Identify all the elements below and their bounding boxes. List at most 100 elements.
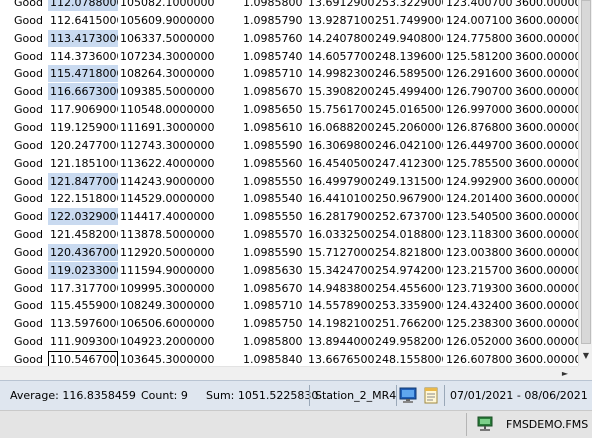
table-cell[interactable]: 1.0985590	[243, 137, 305, 154]
table-cell[interactable]: 112.0788000	[48, 0, 118, 11]
table-cell[interactable]: 124.0071000	[446, 12, 512, 29]
table-cell[interactable]: 119.1259000	[48, 119, 118, 136]
table-cell[interactable]: 14.5578900	[308, 297, 374, 314]
table-cell[interactable]: 13.9287100	[308, 12, 374, 29]
table-cell[interactable]: 16.2817900	[308, 208, 374, 225]
table-row[interactable]: Good 115.4718000 108264.3000000 1.0985710 14…	[0, 65, 578, 83]
table-cell[interactable]: 245.0165000	[375, 101, 443, 118]
table-cell[interactable]: 3600.000000	[515, 280, 578, 297]
table-cell[interactable]: 245.4994000	[375, 83, 443, 100]
table-cell[interactable]: 112920.5000000	[120, 244, 230, 261]
table-cell[interactable]: 3600.000000	[515, 65, 578, 82]
table-cell[interactable]: Good	[14, 48, 44, 65]
notepad-icon[interactable]	[422, 387, 440, 404]
network-icon[interactable]	[476, 416, 494, 432]
table-cell[interactable]: Good	[14, 12, 44, 29]
table-cell[interactable]: 14.6057700	[308, 48, 374, 65]
table-cell[interactable]: 253.3229000	[375, 0, 443, 11]
table-cell[interactable]: 14.9982300	[308, 65, 374, 82]
table-cell[interactable]: 124.9929000	[446, 173, 512, 190]
table-cell[interactable]: 111594.9000000	[120, 262, 230, 279]
table-cell[interactable]: Good	[14, 226, 44, 243]
table-cell[interactable]: Good	[14, 208, 44, 225]
table-cell[interactable]: 1.0985840	[243, 351, 305, 366]
table-cell[interactable]: 1.0985670	[243, 83, 305, 100]
table-cell[interactable]: 115.4718000	[48, 65, 118, 83]
table-cell[interactable]: Good	[14, 280, 44, 297]
table-cell[interactable]: 14.9483800	[308, 280, 374, 297]
table-cell[interactable]: 113.5976000	[48, 315, 118, 332]
table-cell[interactable]: 254.0188000	[375, 226, 443, 243]
table-cell[interactable]: Good	[14, 297, 44, 314]
table-row[interactable]: Good 117.9069000 110548.0000000 1.0985650 15…	[0, 101, 578, 119]
table-cell[interactable]: 3600.000000	[515, 333, 578, 350]
table-cell[interactable]: Good	[14, 315, 44, 332]
table-cell[interactable]: 3600.000000	[515, 119, 578, 136]
table-cell[interactable]: 249.1315000	[375, 173, 443, 190]
table-cell[interactable]: 16.3069800	[308, 137, 374, 154]
table-cell[interactable]: 111.9093000	[48, 333, 118, 350]
table-cell[interactable]: 1.0985550	[243, 173, 305, 190]
table-cell[interactable]: 110548.0000000	[120, 101, 230, 118]
table-cell[interactable]: 114417.4000000	[120, 208, 230, 225]
table-cell[interactable]: 107234.3000000	[120, 48, 230, 65]
data-grid[interactable]: Good 112.0788000 105082.1000000 1.0985800 13…	[0, 0, 578, 366]
table-cell[interactable]: 3600.000000	[515, 83, 578, 100]
table-cell[interactable]: Good	[14, 173, 44, 190]
table-cell[interactable]: 123.0038000	[446, 244, 512, 261]
table-cell[interactable]: 15.3424700	[308, 262, 374, 279]
table-cell[interactable]: 1.0985790	[243, 12, 305, 29]
table-cell[interactable]: 113878.5000000	[120, 226, 230, 243]
table-cell[interactable]: 112.6415000	[48, 12, 118, 29]
table-cell[interactable]: 1.0985610	[243, 119, 305, 136]
table-cell[interactable]: 1.0985670	[243, 280, 305, 297]
table-row[interactable]: Good 113.4173000 106337.5000000 1.0985760 14…	[0, 29, 578, 48]
table-cell[interactable]: 14.2407800	[308, 30, 374, 47]
table-cell[interactable]: 105609.9000000	[120, 12, 230, 29]
table-cell[interactable]: 246.5895000	[375, 65, 443, 82]
table-cell[interactable]: 109995.3000000	[120, 280, 230, 297]
table-cell[interactable]: 1.0985800	[243, 333, 305, 350]
table-cell[interactable]: 123.2157000	[446, 262, 512, 279]
table-row[interactable]: Good 121.1851000 113622.4000000 1.0985560 16…	[0, 155, 578, 173]
monitor-icon[interactable]	[399, 387, 417, 404]
table-cell[interactable]: 116.6673000	[48, 83, 118, 101]
table-cell[interactable]: 112743.3000000	[120, 137, 230, 154]
table-cell[interactable]: 247.4123000	[375, 155, 443, 172]
table-cell[interactable]: 3600.000000	[515, 351, 578, 366]
table-cell[interactable]: 120.2477000	[48, 137, 118, 154]
table-cell[interactable]: 105082.1000000	[120, 0, 230, 11]
table-row[interactable]: Good 119.1259000 111691.3000000 1.0985610 16…	[0, 119, 578, 137]
table-cell[interactable]: Good	[14, 0, 44, 11]
table-cell[interactable]: 126.0520000	[446, 333, 512, 350]
table-cell[interactable]: 125.7855000	[446, 155, 512, 172]
table-cell[interactable]: 16.4410100	[308, 190, 374, 207]
table-cell[interactable]: 248.1396000	[375, 48, 443, 65]
table-cell[interactable]: 3600.000000	[515, 0, 578, 11]
table-cell[interactable]: 16.4997900	[308, 173, 374, 190]
table-cell[interactable]: 251.7662000	[375, 315, 443, 332]
table-cell[interactable]: 3600.000000	[515, 173, 578, 190]
station-name[interactable]: Station_2_MR4	[315, 385, 396, 406]
table-cell[interactable]: 121.1851000	[48, 155, 118, 172]
table-cell[interactable]: 113.4173000	[48, 29, 118, 47]
table-cell[interactable]: 126.7907000	[446, 83, 512, 100]
table-cell[interactable]: Good	[14, 101, 44, 118]
taskbar-file-label[interactable]: FMSDEMO.FMS	[506, 411, 588, 438]
table-cell[interactable]: 254.4556000	[375, 280, 443, 297]
table-cell[interactable]: 14.1982100	[308, 315, 374, 332]
table-cell[interactable]: 13.6912900	[308, 0, 374, 11]
scroll-down-arrow-icon[interactable]: ▼	[579, 348, 592, 362]
table-cell[interactable]: 114243.9000000	[120, 173, 230, 190]
table-cell[interactable]: 111691.3000000	[120, 119, 230, 136]
table-cell[interactable]: Good	[14, 351, 44, 366]
table-row[interactable]: Good 117.3177000 109995.3000000 1.0985670 14…	[0, 280, 578, 298]
table-cell[interactable]: 123.5405000	[446, 208, 512, 225]
table-row[interactable]: Good 121.4582000 113878.5000000 1.0985570 16…	[0, 226, 578, 244]
table-cell[interactable]: 3600.000000	[515, 190, 578, 207]
table-cell[interactable]: 254.8218000	[375, 244, 443, 261]
table-cell[interactable]: Good	[14, 65, 44, 82]
table-cell[interactable]: 1.0985650	[243, 101, 305, 118]
table-cell[interactable]: 106337.5000000	[120, 30, 230, 47]
table-cell[interactable]: 1.0985550	[243, 208, 305, 225]
